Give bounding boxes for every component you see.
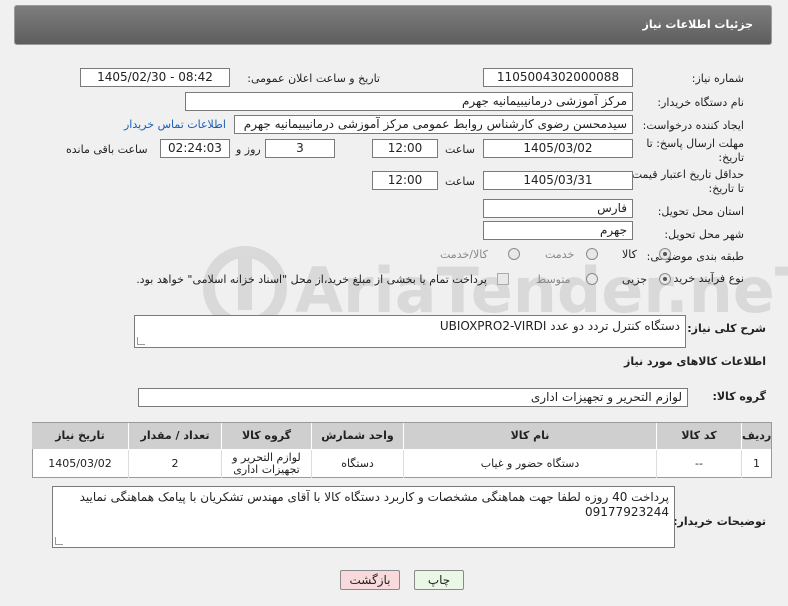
resize-handle-icon[interactable] — [55, 537, 63, 545]
deadline-remaining-label: ساعت باقی مانده — [66, 143, 148, 156]
category-radio-service[interactable] — [586, 248, 598, 260]
deadline-label-line2: تاریخ: — [718, 151, 744, 164]
process-label: نوع فرآیند خرید : — [666, 272, 744, 285]
buyer-label: نام دستگاه خریدار: — [657, 96, 744, 109]
process-radio-medium[interactable] — [586, 273, 598, 285]
city-field[interactable]: جهرم — [483, 221, 633, 240]
table-cell-item-name: دستگاه حضور و غیاب — [403, 450, 656, 478]
print-button[interactable]: چاپ — [414, 570, 464, 590]
province-field[interactable]: فارس — [483, 199, 633, 218]
goods-table: ردیف کد کالا نام کالا واحد شمارش گروه کا… — [32, 422, 772, 478]
description-text: دستگاه کنترل تردد دو عدد UBIOXPRO2-VIRDI — [439, 319, 680, 333]
col-header-goods-group: گروه کالا — [221, 423, 311, 449]
process-option-minor: جزیی — [622, 273, 648, 286]
treasury-payment-checkbox[interactable] — [497, 273, 509, 285]
back-button[interactable]: بازگشت — [340, 570, 400, 590]
treasury-payment-note: پرداخت تمام یا بخشی از مبلغ خرید،از محل … — [136, 273, 487, 286]
resize-handle-icon[interactable] — [137, 337, 145, 345]
deadline-date-field[interactable]: 1405/03/02 — [483, 139, 633, 158]
province-label: استان محل تحویل: — [657, 205, 744, 218]
buyer-notes-field[interactable]: پرداخت 40 روزه لطفا جهت هماهنگی مشخصات و… — [52, 486, 675, 548]
category-radio-goods-service[interactable] — [508, 248, 520, 260]
need-number-field[interactable]: 1105004302000088 — [483, 68, 633, 87]
table-cell-row-number: 1 — [741, 450, 771, 478]
deadline-days-label: روز و — [236, 143, 261, 156]
validity-label-line1: حداقل تاریخ اعتبار قیمت: — [628, 168, 744, 181]
buyer-notes-text: پرداخت 40 روزه لطفا جهت هماهنگی مشخصات و… — [79, 490, 669, 519]
table-cell-item-code: -- — [656, 450, 741, 478]
col-header-unit: واحد شمارش — [311, 423, 403, 449]
description-field[interactable]: دستگاه کنترل تردد دو عدد UBIOXPRO2-VIRDI — [134, 315, 686, 348]
goods-group-label: گروه کالا: — [712, 390, 766, 403]
deadline-time-field[interactable]: 12:00 — [372, 139, 438, 158]
category-option-service: خدمت — [545, 248, 575, 261]
announce-label: تاریخ و ساعت اعلان عمومی: — [247, 72, 380, 85]
col-header-quantity: تعداد / مقدار — [128, 423, 221, 449]
buyer-field[interactable]: مرکز آموزشی درمانیبیمانیه جهرم — [185, 92, 633, 111]
validity-date-field[interactable]: 1405/03/31 — [483, 171, 633, 190]
header-panel: جزئیات اطلاعات نیاز — [14, 5, 772, 45]
process-option-medium: متوسط — [536, 273, 571, 286]
category-option-goods-service: کالا/خدمت — [440, 248, 488, 261]
col-header-need-date: تاریخ نیاز — [32, 423, 128, 449]
table-cell-quantity: 2 — [128, 450, 221, 478]
buyer-contact-link[interactable]: اطلاعات تماس خریدار — [124, 118, 226, 131]
category-radio-goods[interactable] — [659, 248, 671, 260]
deadline-time-label: ساعت — [445, 143, 475, 156]
validity-time-label: ساعت — [445, 175, 475, 188]
buyer-notes-label: توضیحات خریدار: — [673, 515, 766, 528]
col-header-item-name: نام کالا — [403, 423, 656, 449]
description-label: شرح کلی نیاز: — [687, 322, 766, 335]
goods-group-field[interactable]: لوازم التحریر و تجهیزات اداری — [138, 388, 688, 407]
table-cell-unit: دستگاه — [311, 450, 403, 478]
validity-time-field[interactable]: 12:00 — [372, 171, 438, 190]
validity-label-line2: تا تاریخ: — [708, 182, 744, 195]
process-radio-minor[interactable] — [659, 273, 671, 285]
deadline-days-field[interactable]: 3 — [265, 139, 335, 158]
creator-label: ایجاد کننده درخواست: — [642, 119, 744, 132]
goods-section-title: اطلاعات کالاهای مورد نیاز — [624, 355, 766, 368]
col-header-row-number: ردیف — [741, 423, 771, 449]
category-option-goods: کالا — [622, 248, 637, 261]
need-number-label: شماره نیاز: — [691, 72, 744, 85]
deadline-label-line1: مهلت ارسال پاسخ: تا — [646, 137, 744, 150]
city-label: شهر محل تحویل: — [664, 228, 744, 241]
table-cell-goods-group: لوازم التحریر و تجهیزات اداری — [221, 450, 311, 478]
table-cell-need-date: 1405/03/02 — [48, 457, 112, 470]
page-title: جزئیات اطلاعات نیاز — [642, 18, 754, 31]
deadline-remaining-field[interactable]: 02:24:03 — [160, 139, 230, 158]
col-header-item-code: کد کالا — [656, 423, 741, 449]
announce-field[interactable]: 1405/02/30 - 08:42 — [80, 68, 230, 87]
creator-field[interactable]: سیدمحسن رضوی کارشناس روابط عمومی مرکز آم… — [234, 115, 633, 134]
